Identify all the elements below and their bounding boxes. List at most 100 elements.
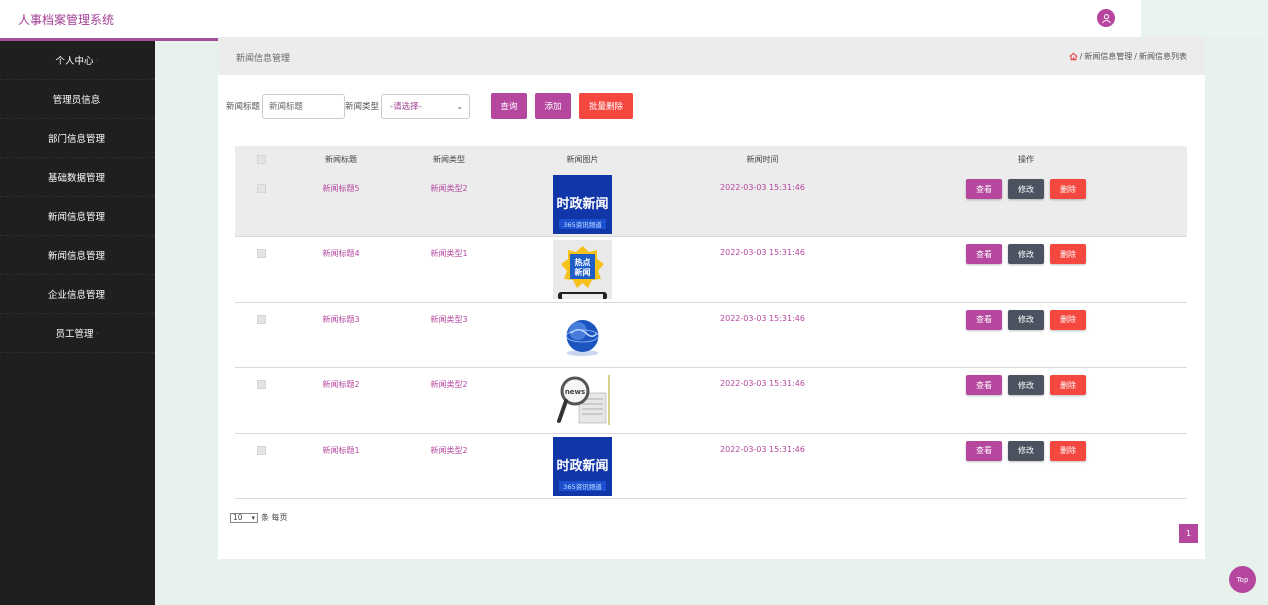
table-row: 新闻标题3 新闻类型3 2022-03-03 15:31:46 查看 修改 删除 xyxy=(235,303,1187,369)
view-button[interactable]: 查看 xyxy=(966,309,1002,330)
news-image-politics[interactable]: 时政新闻 365资讯频道 xyxy=(553,175,612,234)
page-size-select[interactable]: 10 ▾ xyxy=(230,512,258,523)
app-title: 人事档案管理系统 xyxy=(18,13,115,27)
sidebar-item[interactable]: 企业信息管理 xyxy=(0,275,155,314)
edit-button[interactable]: 修改 xyxy=(1008,244,1044,265)
row-actions: 查看 修改 删除 xyxy=(966,309,1086,330)
news-title-cell: 新闻标题5 xyxy=(322,184,360,193)
hotspot-text-1: 热点 xyxy=(575,257,591,267)
news-time-cell: 2022-03-03 15:31:46 xyxy=(720,248,805,258)
chevron-down-icon: ▾ xyxy=(95,55,100,65)
row-checkbox[interactable] xyxy=(257,249,266,259)
news-type-cell: 新闻类型1 xyxy=(430,249,468,259)
sidebar-item-label: 部门信息管理 xyxy=(47,134,105,145)
column-header-image: 新闻图片 xyxy=(566,155,599,164)
header-side-strip xyxy=(1141,0,1268,37)
view-button[interactable]: 查看 xyxy=(966,440,1002,461)
delete-button[interactable]: 删除 xyxy=(1050,244,1086,265)
page-size-value: 10 xyxy=(233,513,243,522)
news-title-cell: 新闻标题4 xyxy=(322,249,360,259)
main-panel: 新闻信息管理 / 新闻信息管理 / 新闻信息列表 新闻标题 新闻类型 -请选择-… xyxy=(218,37,1205,559)
row-checkbox[interactable] xyxy=(257,380,266,390)
chevron-down-icon: ▾ xyxy=(95,328,100,338)
select-all-checkbox[interactable] xyxy=(257,155,266,164)
edit-button[interactable]: 修改 xyxy=(1008,375,1044,396)
politics-sub-text: 365资讯频道 xyxy=(563,482,602,491)
sidebar-item-label: 新闻信息管理 xyxy=(47,212,105,223)
news-image-politics[interactable]: 时政新闻 365资讯频道 xyxy=(553,436,612,496)
home-icon[interactable] xyxy=(1069,52,1078,61)
news-type-cell: 新闻类型2 xyxy=(430,445,468,455)
delete-button[interactable]: 删除 xyxy=(1050,440,1086,461)
politics-main-text: 时政新闻 xyxy=(556,458,608,474)
breadcrumb-item-section[interactable]: 新闻信息管理 xyxy=(1084,51,1132,62)
table-row: 新闻标题2 新闻类型2 news 2022-03-03 15:31:46 查看 修改 删除 xyxy=(235,368,1187,434)
table-header: 新闻标题 新闻类型 新闻图片 新闻时间 操作 xyxy=(235,146,1187,172)
news-image-hotspot[interactable]: 热点 新闻 xyxy=(553,240,612,300)
column-header-type: 新闻类型 xyxy=(433,155,465,164)
sidebar-item[interactable]: 新闻信息管理 xyxy=(0,197,155,236)
user-avatar-icon[interactable] xyxy=(1097,9,1115,27)
edit-button[interactable]: 修改 xyxy=(1008,309,1044,330)
breadcrumb: / 新闻信息管理 / 新闻信息列表 xyxy=(1069,51,1187,62)
table-row: 新闻标题1 新闻类型2 时政新闻 365资讯频道 2022-03-03 15:31:46… xyxy=(235,434,1187,499)
sidebar: 个人中心 ▾ 管理员信息部门信息管理 基础数据管理 新闻信息管理 新闻信息管理 企业信息管理… xyxy=(0,41,155,605)
sidebar-item-label: 企业信息管理 xyxy=(47,290,105,301)
title-search-input[interactable] xyxy=(262,93,346,119)
delete-button[interactable]: 删除 xyxy=(1050,179,1086,199)
hotspot-text-2: 新闻 xyxy=(575,267,591,277)
search-form: 新闻标题 新闻类型 -请选择- ⌄ 查询 添加 批量删除 xyxy=(226,93,634,119)
view-button[interactable]: 查看 xyxy=(966,179,1002,199)
sidebar-item[interactable]: 个人中心 ▾ xyxy=(0,41,155,80)
chevron-down-icon: ▾ xyxy=(251,513,255,522)
column-header-time: 新闻时间 xyxy=(746,155,779,164)
breadcrumb-sep: / xyxy=(1079,52,1083,61)
delete-button[interactable]: 删除 xyxy=(1050,375,1086,396)
chevron-down-icon: ⌄ xyxy=(456,101,464,111)
query-button[interactable]: 查询 xyxy=(491,93,528,119)
row-checkbox[interactable] xyxy=(257,445,266,455)
news-time-cell: 2022-03-03 15:31:46 xyxy=(720,183,805,192)
table-row: 新闻标题4 新闻类型1 热点 新闻 2022-03-03 15:31:46 查看 修改 删除 xyxy=(235,237,1187,303)
news-type-cell: 新闻类型2 xyxy=(430,380,468,390)
sidebar-item[interactable]: 基础数据管理 xyxy=(0,158,155,197)
delete-button[interactable]: 删除 xyxy=(1050,309,1086,330)
column-header-title: 新闻标题 xyxy=(325,155,357,164)
breadcrumb-sep: / xyxy=(1134,52,1137,61)
news-table: 新闻标题 新闻类型 新闻图片 新闻时间 操作 新闻标题5 新闻类型2 时政新闻 365… xyxy=(235,146,1187,499)
sidebar-item-label: 基础数据管理 xyxy=(47,173,105,184)
row-actions: 查看 修改 删除 xyxy=(966,440,1086,461)
row-checkbox[interactable] xyxy=(257,184,266,193)
news-time-cell: 2022-03-03 15:31:46 xyxy=(720,313,805,323)
news-title-cell: 新闻标题2 xyxy=(322,380,360,390)
title-field-label: 新闻标题 xyxy=(226,102,261,112)
news-image-globe[interactable] xyxy=(553,305,612,365)
header-bar: 新闻信息管理 / 新闻信息管理 / 新闻信息列表 xyxy=(218,37,1205,75)
row-checkbox[interactable] xyxy=(257,314,266,324)
page-size-suffix: 条 每页 xyxy=(261,513,288,522)
news-time-cell: 2022-03-03 15:31:46 xyxy=(720,379,805,389)
page-button-current[interactable]: 1 xyxy=(1179,524,1198,543)
edit-button[interactable]: 修改 xyxy=(1008,179,1044,199)
sidebar-item-label: 新闻信息管理 xyxy=(47,251,105,262)
back-to-top-button[interactable]: Top xyxy=(1229,566,1256,593)
page-size-control: 10 ▾ 条 每页 xyxy=(230,512,288,523)
row-actions: 查看 修改 删除 xyxy=(966,375,1086,396)
sidebar-item[interactable]: 员工管理 ▾ xyxy=(0,314,155,353)
news-type-cell: 新闻类型2 xyxy=(430,184,468,193)
politics-sub-text: 365资讯频道 xyxy=(563,220,602,229)
sidebar-item[interactable]: 部门信息管理 xyxy=(0,119,155,158)
view-button[interactable]: 查看 xyxy=(966,375,1002,396)
sidebar-item[interactable]: 新闻信息管理 xyxy=(0,236,155,275)
sidebar-item-label: 管理员信息 xyxy=(52,95,101,106)
news-title-cell: 新闻标题3 xyxy=(322,314,360,324)
add-button[interactable]: 添加 xyxy=(535,93,572,119)
view-button[interactable]: 查看 xyxy=(966,244,1002,265)
batch-delete-button[interactable]: 批量删除 xyxy=(579,93,634,119)
type-select[interactable]: -请选择- ⌄ xyxy=(381,93,471,119)
edit-button[interactable]: 修改 xyxy=(1008,440,1044,461)
row-actions: 查看 修改 删除 xyxy=(966,179,1086,199)
politics-main-text: 时政新闻 xyxy=(556,196,608,212)
news-image-magnifier[interactable]: news xyxy=(553,371,612,431)
sidebar-item[interactable]: 管理员信息 xyxy=(0,80,155,119)
